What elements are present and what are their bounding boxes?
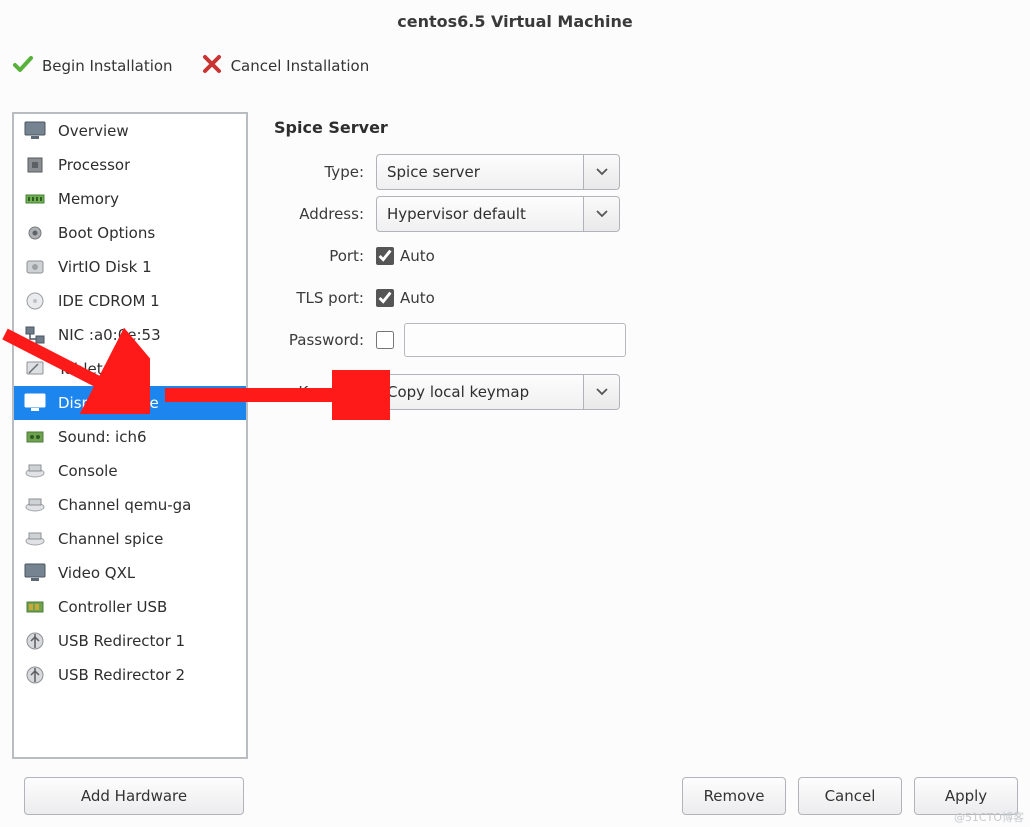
disk-icon <box>22 256 48 278</box>
sidebar-item-label: IDE CDROM 1 <box>58 292 160 310</box>
sidebar-item-label: Controller USB <box>58 598 167 616</box>
sidebar-item-sound[interactable]: Sound: ich6 <box>14 420 246 454</box>
dropdown-button[interactable] <box>583 197 619 231</box>
sidebar-item-label: USB Redirector 1 <box>58 632 185 650</box>
hardware-sidebar: Overview Processor Memory Boot Options V… <box>12 112 248 759</box>
sidebar-item-boot-options[interactable]: Boot Options <box>14 216 246 250</box>
console-icon <box>22 460 48 482</box>
usb-icon <box>22 664 48 686</box>
sidebar-item-controller-usb[interactable]: Controller USB <box>14 590 246 624</box>
sidebar-item-channel-qemu-ga[interactable]: Channel qemu-ga <box>14 488 246 522</box>
type-select[interactable]: Spice server <box>376 154 620 190</box>
sidebar-item-label: VirtIO Disk 1 <box>58 258 152 276</box>
add-hardware-button[interactable]: Add Hardware <box>24 777 244 815</box>
cancel-installation-button[interactable]: Cancel Installation <box>201 53 370 79</box>
dropdown-button[interactable] <box>583 375 619 409</box>
watermark: @51CTO博客 <box>954 809 1024 825</box>
remove-button[interactable]: Remove <box>682 777 786 815</box>
sidebar-item-label: USB Redirector 2 <box>58 666 185 684</box>
sidebar-item-video-qxl[interactable]: Video QXL <box>14 556 246 590</box>
tlsport-auto-checkbox[interactable] <box>376 289 394 307</box>
sidebar-item-console[interactable]: Console <box>14 454 246 488</box>
cpu-icon <box>22 154 48 176</box>
gear-icon <box>22 222 48 244</box>
check-icon <box>12 53 34 79</box>
sidebar-item-memory[interactable]: Memory <box>14 182 246 216</box>
x-icon <box>201 53 223 79</box>
sidebar-item-nic[interactable]: NIC :a0:0e:53 <box>14 318 246 352</box>
port-auto-checkbox[interactable] <box>376 247 394 265</box>
port-auto-label: Auto <box>400 247 435 265</box>
begin-installation-button[interactable]: Begin Installation <box>12 53 173 79</box>
address-label: Address: <box>274 205 364 223</box>
sidebar-item-processor[interactable]: Processor <box>14 148 246 182</box>
sidebar-item-label: Channel qemu-ga <box>58 496 191 514</box>
sidebar-item-label: Boot Options <box>58 224 155 242</box>
sidebar-item-tablet[interactable]: Tablet <box>14 352 246 386</box>
video-icon <box>22 562 48 584</box>
password-label: Password: <box>274 331 364 349</box>
window-title: centos6.5 Virtual Machine <box>0 0 1030 49</box>
sidebar-item-label: Processor <box>58 156 130 174</box>
cancel-button[interactable]: Cancel <box>798 777 902 815</box>
keymap-label: Keymap: <box>274 383 364 401</box>
sidebar-item-virtio-disk[interactable]: VirtIO Disk 1 <box>14 250 246 284</box>
dropdown-button[interactable] <box>583 155 619 189</box>
sidebar-item-label: Tablet <box>58 360 103 378</box>
sidebar-item-label: Overview <box>58 122 129 140</box>
sidebar-item-channel-spice[interactable]: Channel spice <box>14 522 246 556</box>
port-label: Port: <box>274 247 364 265</box>
ram-icon <box>22 188 48 210</box>
sidebar-item-label: NIC :a0:0e:53 <box>58 326 161 344</box>
tlsport-auto-label: Auto <box>400 289 435 307</box>
sidebar-item-overview[interactable]: Overview <box>14 114 246 148</box>
sidebar-item-label: Display Spice <box>58 394 159 412</box>
password-input[interactable] <box>404 323 626 357</box>
monitor-icon <box>22 120 48 142</box>
sidebar-item-label: Memory <box>58 190 119 208</box>
toolbar-label: Begin Installation <box>42 57 173 75</box>
keymap-value: Copy local keymap <box>377 375 583 409</box>
address-value: Hypervisor default <box>377 197 583 231</box>
sidebar-item-ide-cdrom[interactable]: IDE CDROM 1 <box>14 284 246 318</box>
sidebar-item-label: Channel spice <box>58 530 163 548</box>
channel-icon <box>22 494 48 516</box>
type-label: Type: <box>274 163 364 181</box>
sidebar-item-label: Sound: ich6 <box>58 428 147 446</box>
type-value: Spice server <box>377 155 583 189</box>
network-icon <box>22 324 48 346</box>
channel-icon <box>22 528 48 550</box>
address-select[interactable]: Hypervisor default <box>376 196 620 232</box>
details-panel: Spice Server Type: Spice server Address:… <box>254 112 1018 759</box>
sidebar-item-label: Video QXL <box>58 564 135 582</box>
sidebar-item-label: Console <box>58 462 118 480</box>
password-checkbox[interactable] <box>376 331 394 349</box>
sidebar-item-display-spice[interactable]: Display Spice <box>14 386 246 420</box>
cd-icon <box>22 290 48 312</box>
controller-icon <box>22 596 48 618</box>
tlsport-label: TLS port: <box>274 289 364 307</box>
toolbar-label: Cancel Installation <box>231 57 370 75</box>
keymap-select[interactable]: Copy local keymap <box>376 374 620 410</box>
sound-icon <box>22 426 48 448</box>
toolbar: Begin Installation Cancel Installation <box>0 49 1030 101</box>
sidebar-item-usb-redirector-1[interactable]: USB Redirector 1 <box>14 624 246 658</box>
display-icon <box>22 392 48 414</box>
sidebar-item-usb-redirector-2[interactable]: USB Redirector 2 <box>14 658 246 692</box>
tablet-icon <box>22 358 48 380</box>
panel-title: Spice Server <box>274 118 1008 137</box>
usb-icon <box>22 630 48 652</box>
